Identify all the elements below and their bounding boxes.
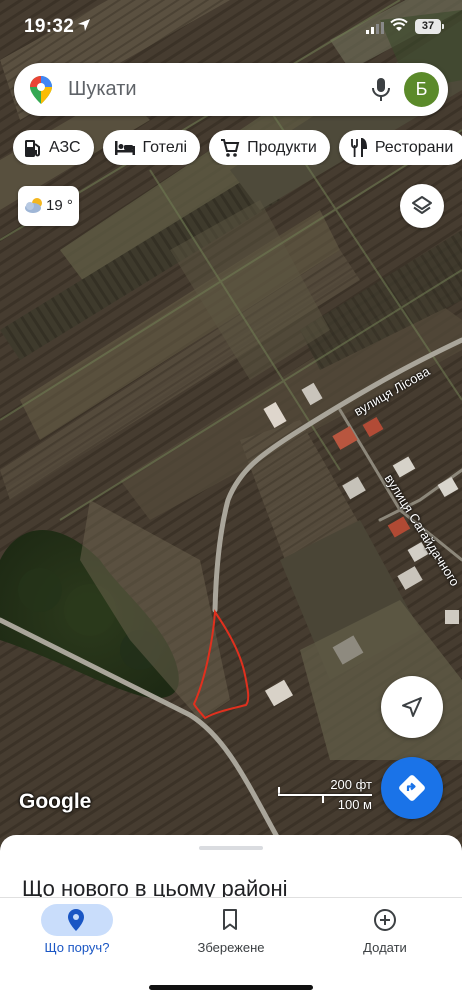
weather-temperature: 19 ° bbox=[46, 197, 73, 214]
nav-label: Що поруч? bbox=[44, 940, 110, 955]
microphone-icon[interactable] bbox=[371, 77, 391, 108]
chip-gas-stations[interactable]: АЗС bbox=[13, 130, 94, 165]
cellular-signal-icon bbox=[366, 21, 385, 39]
weather-badge[interactable]: 19 ° bbox=[18, 186, 79, 226]
chip-restaurants[interactable]: Ресторани bbox=[338, 130, 462, 165]
explore-sheet[interactable]: Що нового в цьому районі bbox=[0, 835, 462, 905]
nav-saved[interactable]: Збережене bbox=[154, 898, 308, 968]
chip-label: Готелі bbox=[142, 138, 188, 156]
search-bar[interactable]: Шукати Б bbox=[14, 63, 448, 116]
nav-label: Збережене bbox=[197, 940, 265, 955]
fork-knife-icon bbox=[350, 137, 367, 157]
location-arrow-icon bbox=[77, 18, 91, 37]
directions-icon bbox=[399, 775, 425, 801]
google-maps-pin-icon bbox=[30, 76, 52, 109]
sheet-drag-handle[interactable] bbox=[199, 846, 263, 850]
battery-icon: 37 bbox=[415, 19, 444, 34]
scale-metric: 100 м bbox=[337, 797, 372, 812]
nav-label: Додати bbox=[363, 940, 407, 955]
bookmark-icon bbox=[223, 909, 237, 930]
home-indicator bbox=[149, 985, 313, 990]
wifi-icon bbox=[390, 18, 408, 37]
place-pin-icon bbox=[68, 909, 84, 931]
scale-imperial: 200 фт bbox=[330, 777, 372, 792]
nav-explore[interactable]: Що поруч? bbox=[0, 898, 154, 968]
category-chips: АЗС Готелі Продукти Ресторани bbox=[13, 130, 462, 165]
nav-contribute[interactable]: Додати bbox=[308, 898, 462, 968]
chip-label: Ресторани bbox=[374, 138, 454, 156]
map-scale: 200 фт 100 м bbox=[276, 775, 376, 815]
gas-station-icon bbox=[25, 139, 40, 157]
partly-cloudy-icon bbox=[25, 198, 42, 213]
cart-icon bbox=[221, 138, 240, 157]
bed-icon bbox=[114, 140, 135, 155]
search-placeholder[interactable]: Шукати bbox=[68, 78, 137, 101]
navigation-arrow-icon bbox=[402, 697, 422, 717]
account-avatar[interactable]: Б bbox=[404, 72, 439, 107]
directions-button[interactable] bbox=[381, 757, 443, 819]
add-circle-icon bbox=[374, 909, 396, 931]
chip-groceries[interactable]: Продукти bbox=[209, 130, 330, 165]
chip-label: АЗС bbox=[49, 138, 81, 156]
layers-icon bbox=[412, 196, 432, 214]
status-bar: 19:32 37 bbox=[0, 0, 462, 54]
layers-button[interactable] bbox=[400, 184, 444, 228]
my-location-button[interactable] bbox=[381, 676, 443, 738]
status-time: 19:32 bbox=[24, 16, 75, 37]
chip-hotels[interactable]: Готелі bbox=[102, 130, 201, 165]
google-attribution: Google bbox=[19, 790, 92, 813]
chip-label: Продукти bbox=[247, 138, 317, 156]
